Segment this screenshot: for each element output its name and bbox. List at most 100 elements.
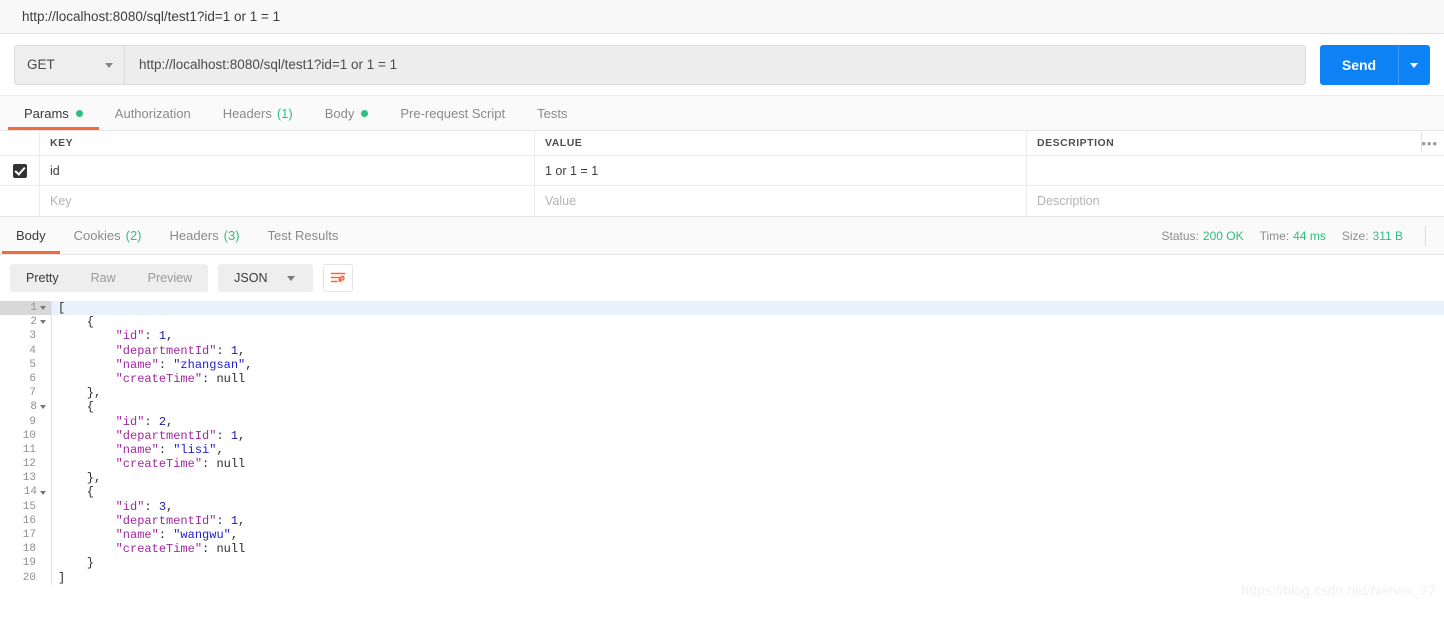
tab-authorization-label: Authorization	[114, 105, 191, 121]
bulk-edit-dots-icon[interactable]: •••	[1421, 136, 1438, 151]
header-cell-checkbox	[0, 131, 40, 155]
request-url-bar: GET Send	[0, 34, 1444, 96]
tab-tests[interactable]: Tests	[521, 96, 583, 130]
status-label: Status:	[1161, 228, 1199, 243]
code-lines-container: 1[2 {3 "id": 1,4 "departmentId": 1,5 "na…	[0, 301, 1444, 585]
send-options-dropdown-button[interactable]	[1398, 44, 1430, 85]
code-line: 19 }	[0, 556, 1444, 571]
view-mode-segmented-control: Pretty Raw Preview	[10, 264, 209, 292]
params-table-header-row: KEY VALUE DESCRIPTION •••	[0, 131, 1444, 156]
code-line-text: {	[58, 400, 95, 415]
fold-arrow-icon[interactable]	[40, 490, 46, 495]
table-row: id 1 or 1 = 1	[0, 156, 1444, 186]
response-meta-divider	[1425, 225, 1426, 246]
tab-response-headers[interactable]: Headers (3)	[156, 217, 254, 254]
fold-arrow-icon[interactable]	[40, 405, 46, 410]
request-tab-bar: Params Authorization Headers (1) Body Pr…	[0, 96, 1444, 131]
params-indicator-dot-icon	[75, 109, 83, 117]
empty-row-description-cell[interactable]: Description	[1027, 186, 1444, 216]
code-line-text: "name": "wangwu",	[58, 528, 239, 542]
send-button[interactable]: Send	[1320, 44, 1398, 85]
window-title: http://localhost:8080/sql/test1?id=1 or …	[22, 9, 281, 24]
tab-response-cookies[interactable]: Cookies (2)	[60, 217, 156, 254]
row-description-cell[interactable]	[1027, 156, 1444, 185]
http-method-select[interactable]: GET	[14, 44, 124, 85]
code-line-number: 14	[0, 485, 52, 500]
fold-arrow-icon[interactable]	[40, 320, 46, 325]
tab-headers[interactable]: Headers (1)	[207, 96, 309, 130]
code-line-text: ]	[58, 570, 66, 585]
word-wrap-toggle-button[interactable]	[323, 264, 354, 292]
size-value: 311 B	[1372, 228, 1403, 243]
time-value: 44 ms	[1293, 228, 1326, 243]
code-line-text: "id": 3,	[58, 499, 174, 514]
tab-authorization[interactable]: Authorization	[99, 96, 207, 130]
code-line: 20]	[0, 570, 1444, 585]
chevron-down-icon	[283, 264, 307, 292]
tab-test-results-label: Test Results	[267, 228, 339, 243]
code-line-text: "id": 2,	[58, 414, 174, 429]
time-label: Time:	[1259, 228, 1290, 243]
tab-body[interactable]: Body	[309, 96, 385, 130]
tab-params[interactable]: Params	[8, 96, 99, 130]
tab-test-results[interactable]: Test Results	[254, 217, 353, 254]
view-mode-pretty[interactable]: Pretty	[10, 264, 75, 292]
code-line: 8 {	[0, 400, 1444, 415]
code-line-number: 5	[0, 357, 52, 372]
row-value-cell[interactable]: 1 or 1 = 1	[535, 156, 1027, 185]
code-line-number: 17	[0, 528, 52, 543]
param-enabled-checkbox[interactable]	[12, 163, 27, 178]
row-key-cell[interactable]: id	[40, 156, 535, 185]
code-line-number: 10	[0, 428, 52, 443]
empty-row-key-cell[interactable]: Key	[40, 186, 535, 216]
request-url-input[interactable]	[124, 44, 1306, 85]
param-value-value: 1 or 1 = 1	[545, 163, 599, 178]
empty-row-value-cell[interactable]: Value	[535, 186, 1027, 216]
fold-arrow-icon[interactable]	[40, 306, 46, 311]
code-line: 1[	[0, 301, 1444, 316]
http-method-label: GET	[27, 57, 55, 72]
tab-pre-request-script[interactable]: Pre-request Script	[384, 96, 521, 130]
code-line-text: "name": "zhangsan",	[58, 357, 253, 372]
code-line-number: 4	[0, 343, 52, 358]
params-table: KEY VALUE DESCRIPTION ••• id 1 or 1 = 1 …	[0, 131, 1444, 217]
code-line-number: 20	[0, 570, 52, 585]
code-line-number: 6	[0, 371, 52, 387]
table-row-empty: Key Value Description	[0, 186, 1444, 216]
code-line: 13 },	[0, 471, 1444, 486]
view-mode-preview[interactable]: Preview	[132, 264, 208, 292]
code-line: 3 "id": 1,	[0, 329, 1444, 344]
code-line-text: },	[58, 386, 102, 401]
tab-params-label: Params	[24, 105, 69, 121]
code-line: 5 "name": "zhangsan",	[0, 357, 1444, 372]
send-button-group: Send	[1320, 44, 1430, 85]
header-cell-description: DESCRIPTION •••	[1027, 131, 1444, 155]
code-line: 17 "name": "wangwu",	[0, 528, 1444, 543]
empty-description-placeholder: Description	[1037, 194, 1100, 208]
code-line-number: 8	[0, 400, 52, 415]
size-badge: Size: 311 B	[1342, 229, 1403, 243]
code-line-number: 3	[0, 329, 52, 344]
empty-value-placeholder: Value	[545, 194, 577, 208]
response-body-code-viewer[interactable]: 1[2 {3 "id": 1,4 "departmentId": 1,5 "na…	[0, 301, 1444, 603]
language-select[interactable]: JSON	[218, 264, 314, 292]
code-line-number: 11	[0, 442, 52, 458]
code-line-text: "createTime": null	[58, 457, 246, 472]
code-line-text: "createTime": null	[58, 542, 246, 557]
header-value-label: VALUE	[545, 137, 583, 149]
view-mode-raw[interactable]: Raw	[75, 264, 132, 292]
tab-response-body[interactable]: Body	[2, 217, 60, 254]
code-line-text: "createTime": null	[58, 371, 246, 386]
param-key-value: id	[50, 163, 60, 178]
empty-key-placeholder: Key	[50, 194, 72, 208]
word-wrap-icon	[331, 272, 346, 283]
